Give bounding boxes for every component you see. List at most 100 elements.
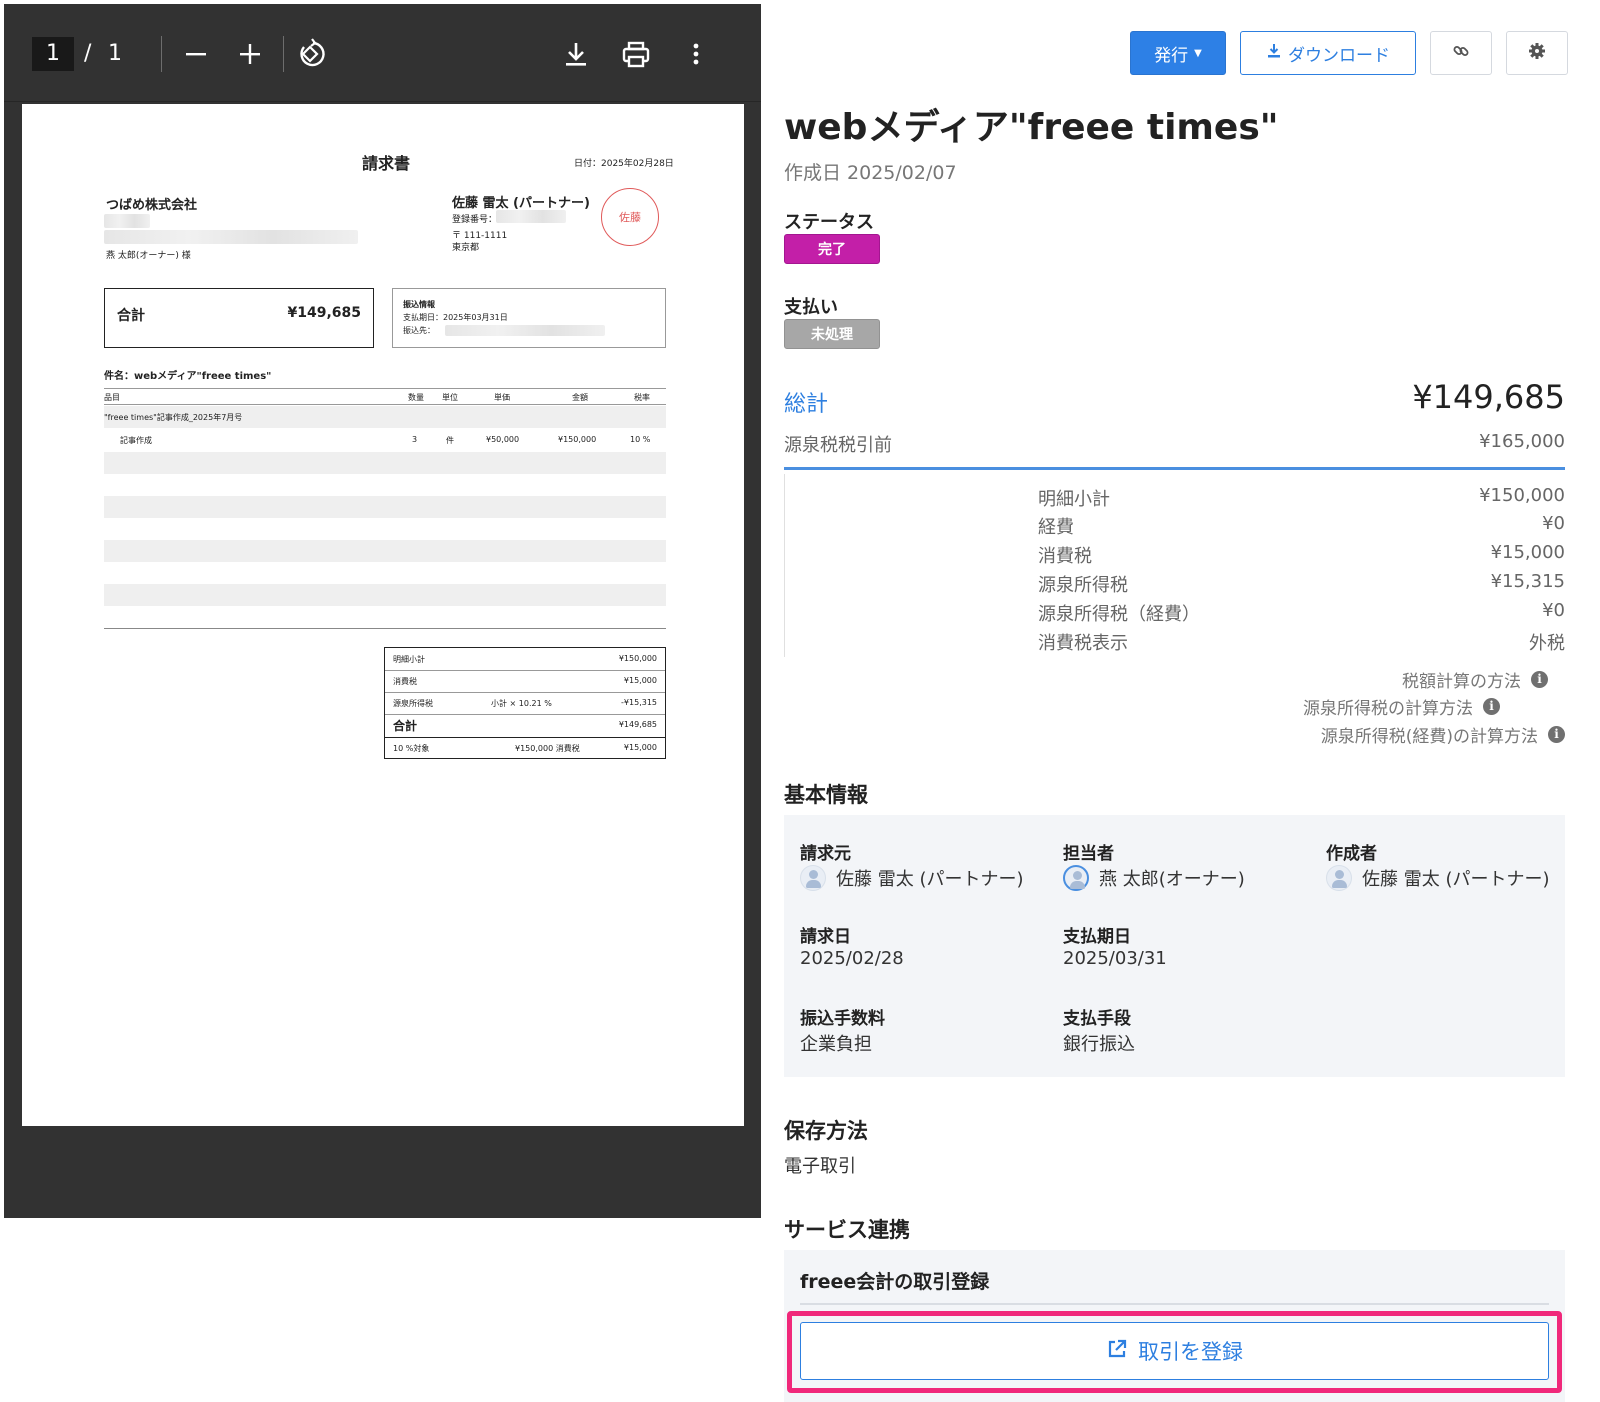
print-icon[interactable] xyxy=(616,34,656,74)
creator-name: 佐藤 雷太 (パートナー) xyxy=(1362,869,1550,890)
page-total: 1 xyxy=(108,41,122,66)
help-link-label: 税額計算の方法 xyxy=(1402,672,1521,692)
help-link-withholding-expense[interactable]: 源泉所得税(経費)の計算方法 i xyxy=(1321,722,1565,747)
assignee-label: 担当者 xyxy=(1063,844,1114,864)
pdf-sum-tax-label: 消費税 xyxy=(393,677,417,686)
assignee-name: 燕 太郎(オーナー) xyxy=(1099,869,1245,890)
assignee-value: 燕 太郎(オーナー) xyxy=(1063,865,1245,891)
toolbar-divider xyxy=(283,36,284,72)
breakdown-value: 外税 xyxy=(1529,633,1565,654)
pdf-sum-total-value: ¥149,685 xyxy=(618,720,657,729)
basic-info-panel xyxy=(784,815,1565,1077)
pdf-sum-breakdown-label: 10 %対象 xyxy=(393,744,430,753)
pdf-item-qty: 3 xyxy=(412,435,418,444)
breakdown-label: 源泉所得税 xyxy=(1038,575,1128,596)
payment-badge: 未処理 xyxy=(784,319,880,349)
due-date-value: 2025/03/31 xyxy=(1063,948,1167,969)
creator-value: 佐藤 雷太 (パートナー) xyxy=(1326,865,1550,891)
help-link-withholding[interactable]: 源泉所得税の計算方法 i xyxy=(1303,694,1500,719)
avatar xyxy=(1326,865,1352,891)
pdf-issuer-reg: 登録番号： xyxy=(452,215,498,225)
info-icon: i xyxy=(1531,671,1548,688)
service-title: サービス連携 xyxy=(784,1218,910,1242)
payment-label: 支払い xyxy=(784,297,838,318)
gear-icon xyxy=(1528,42,1546,65)
divider xyxy=(800,1303,1549,1305)
pdf-summary-table: 明細小計 ¥150,000 消費税 ¥15,000 源泉所得税 小計 × 10.… xyxy=(384,647,666,759)
copy-link-button[interactable] xyxy=(1430,31,1492,75)
pdf-doc-title: 請求書 xyxy=(362,154,411,173)
issuer-name: 佐藤 雷太 (パートナー) xyxy=(836,869,1024,890)
creator-label: 作成者 xyxy=(1326,844,1377,864)
pdf-col-amount: 金額 xyxy=(572,393,588,402)
issuer-label: 請求元 xyxy=(800,844,851,864)
caret-down-icon: ▼ xyxy=(1194,47,1202,59)
zoom-out-icon[interactable] xyxy=(176,34,216,74)
divider xyxy=(104,404,666,405)
due-date-label: 支払期日 xyxy=(1063,927,1131,947)
viewer-toolbar: 1 / 1 xyxy=(4,4,761,102)
pdf-sum-subtotal-value: ¥150,000 xyxy=(618,654,657,663)
service-box-title: freee会計の取引登録 xyxy=(800,1271,990,1293)
divider xyxy=(784,467,1565,470)
table-row xyxy=(104,540,666,562)
pdf-col-unit: 単位 xyxy=(442,393,458,402)
issue-button[interactable]: 発行 ▼ xyxy=(1130,31,1226,75)
payment-method-label: 支払手段 xyxy=(1063,1009,1131,1029)
pdf-sum-withholding-value: -¥15,315 xyxy=(621,698,657,707)
help-link-label: 源泉所得税(経費)の計算方法 xyxy=(1320,727,1538,747)
rotate-icon[interactable] xyxy=(291,34,331,74)
storage-title: 保存方法 xyxy=(784,1119,868,1143)
pdf-group-row: "freee times"記事作成_2025年7月号 xyxy=(104,413,243,422)
info-icon: i xyxy=(1483,698,1500,715)
more-vert-icon[interactable] xyxy=(676,34,716,74)
zoom-in-icon[interactable] xyxy=(230,34,270,74)
avatar xyxy=(800,865,826,891)
pdf-sum-tax-value: ¥15,000 xyxy=(623,676,657,685)
pretax-value: ¥165,000 xyxy=(1479,431,1565,452)
pdf-transfer-title: 振込情報 xyxy=(403,300,435,309)
pdf-col-tax: 税率 xyxy=(634,393,650,402)
download-button-label: ダウンロード xyxy=(1288,45,1390,66)
pdf-transfer-due: 支払期日：2025年03月31日 xyxy=(403,313,508,322)
pdf-page: 請求書 日付：2025年02月28日 つばめ株式会社 燕 太郎(オーナー) 様 … xyxy=(22,104,744,1126)
help-link-tax-calc[interactable]: 税額計算の方法 i xyxy=(1402,667,1548,692)
page-number-input[interactable]: 1 xyxy=(32,37,74,71)
breakdown-value: ¥15,000 xyxy=(1490,542,1565,563)
help-link-label: 源泉所得税の計算方法 xyxy=(1303,699,1473,719)
settings-button[interactable] xyxy=(1506,31,1568,75)
breakdown-label: 消費税表示 xyxy=(1038,633,1128,654)
status-label: ステータス xyxy=(784,212,874,233)
link-icon xyxy=(1452,42,1470,65)
breakdown-label: 源泉所得税（経費） xyxy=(1038,604,1200,625)
pdf-transfer-box: 振込情報 支払期日：2025年03月31日 振込先： xyxy=(392,288,666,348)
pdf-col-item: 品目 xyxy=(104,393,120,402)
download-icon[interactable] xyxy=(556,34,596,74)
table-row xyxy=(104,496,666,518)
divider xyxy=(104,388,666,389)
pdf-sum-withholding-label: 源泉所得税 xyxy=(393,699,433,708)
register-transaction-button[interactable]: 取引を登録 xyxy=(800,1322,1549,1380)
created-date: 作成日 2025/02/07 xyxy=(784,162,957,184)
blurred-text xyxy=(445,325,605,336)
pdf-client-company: つばめ株式会社 xyxy=(106,198,198,213)
total-value: ¥149,685 xyxy=(1412,378,1565,416)
pdf-item-amount: ¥150,000 xyxy=(558,435,597,444)
pdf-col-qty: 数量 xyxy=(408,393,424,402)
pdf-sum-total-label: 合計 xyxy=(393,719,418,733)
storage-value: 電子取引 xyxy=(784,1156,856,1177)
payment-method-value: 銀行振込 xyxy=(1063,1034,1135,1055)
seal-stamp: 佐藤 xyxy=(601,188,659,246)
pdf-issuer-name: 佐藤 雷太 (パートナー) xyxy=(452,196,590,211)
toolbar-divider xyxy=(161,36,162,72)
invoice-date-value: 2025/02/28 xyxy=(800,948,904,969)
download-button[interactable]: ダウンロード xyxy=(1240,31,1416,75)
basic-info-title: 基本情報 xyxy=(784,783,868,807)
breakdown-value: ¥150,000 xyxy=(1479,485,1565,506)
breakdown-value: ¥0 xyxy=(1542,513,1565,534)
pdf-item-unit: 件 xyxy=(446,436,454,445)
blurred-text xyxy=(104,214,150,228)
pdf-issuer-pref: 東京都 xyxy=(452,243,480,253)
breakdown-label: 経費 xyxy=(1038,517,1074,538)
pdf-subject: 件名：webメディア"freee times" xyxy=(104,371,272,382)
